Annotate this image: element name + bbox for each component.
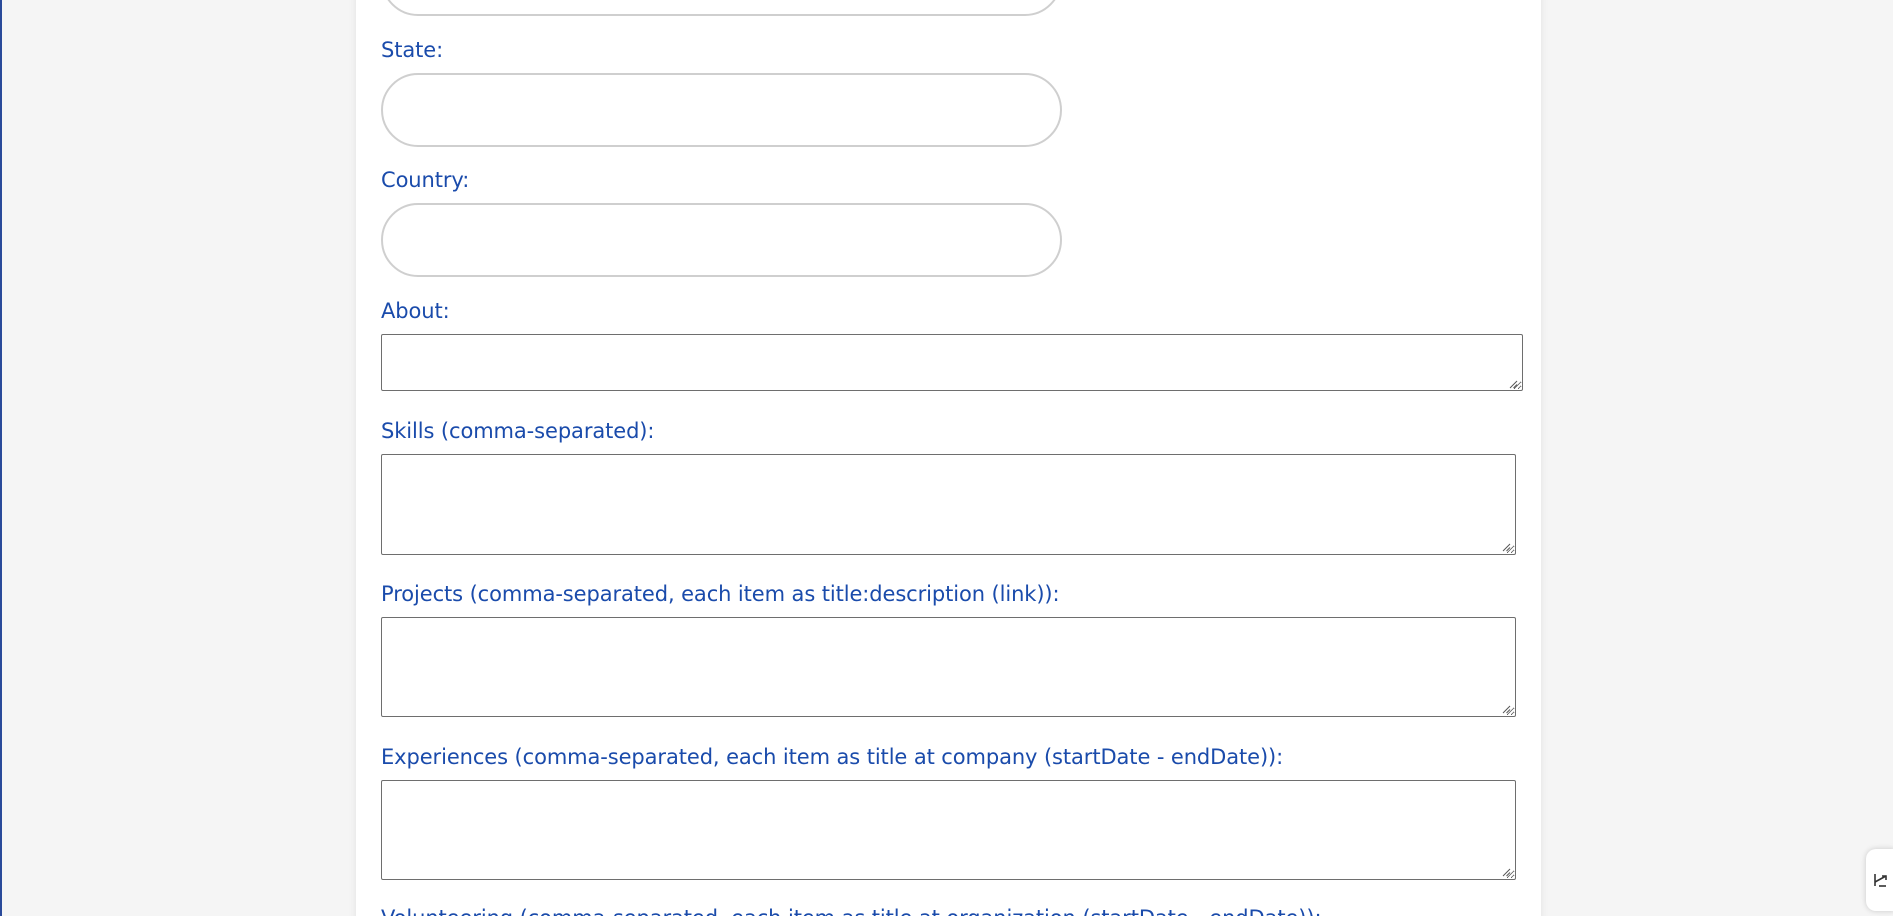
volunteering-label: Volunteering (comma-separated, each item…: [381, 906, 1322, 916]
skills-label: Skills (comma-separated):: [381, 419, 655, 443]
page-viewport: State: Country: About: Skills (comma-sep…: [0, 0, 1893, 916]
city-input-partial[interactable]: [381, 0, 1062, 16]
skills-textarea[interactable]: [381, 454, 1516, 555]
state-label: State:: [381, 38, 444, 62]
projects-textarea[interactable]: [381, 617, 1516, 717]
country-input[interactable]: [381, 203, 1062, 277]
side-widget-button[interactable]: [1866, 849, 1893, 911]
projects-label: Projects (comma-separated, each item as …: [381, 582, 1060, 606]
about-textarea[interactable]: [381, 334, 1523, 391]
state-input[interactable]: [381, 73, 1062, 147]
experiences-label: Experiences (comma-separated, each item …: [381, 745, 1284, 769]
experiences-textarea[interactable]: [381, 780, 1516, 880]
expand-icon: [1873, 874, 1887, 887]
about-label: About:: [381, 299, 450, 323]
country-label: Country:: [381, 168, 470, 192]
